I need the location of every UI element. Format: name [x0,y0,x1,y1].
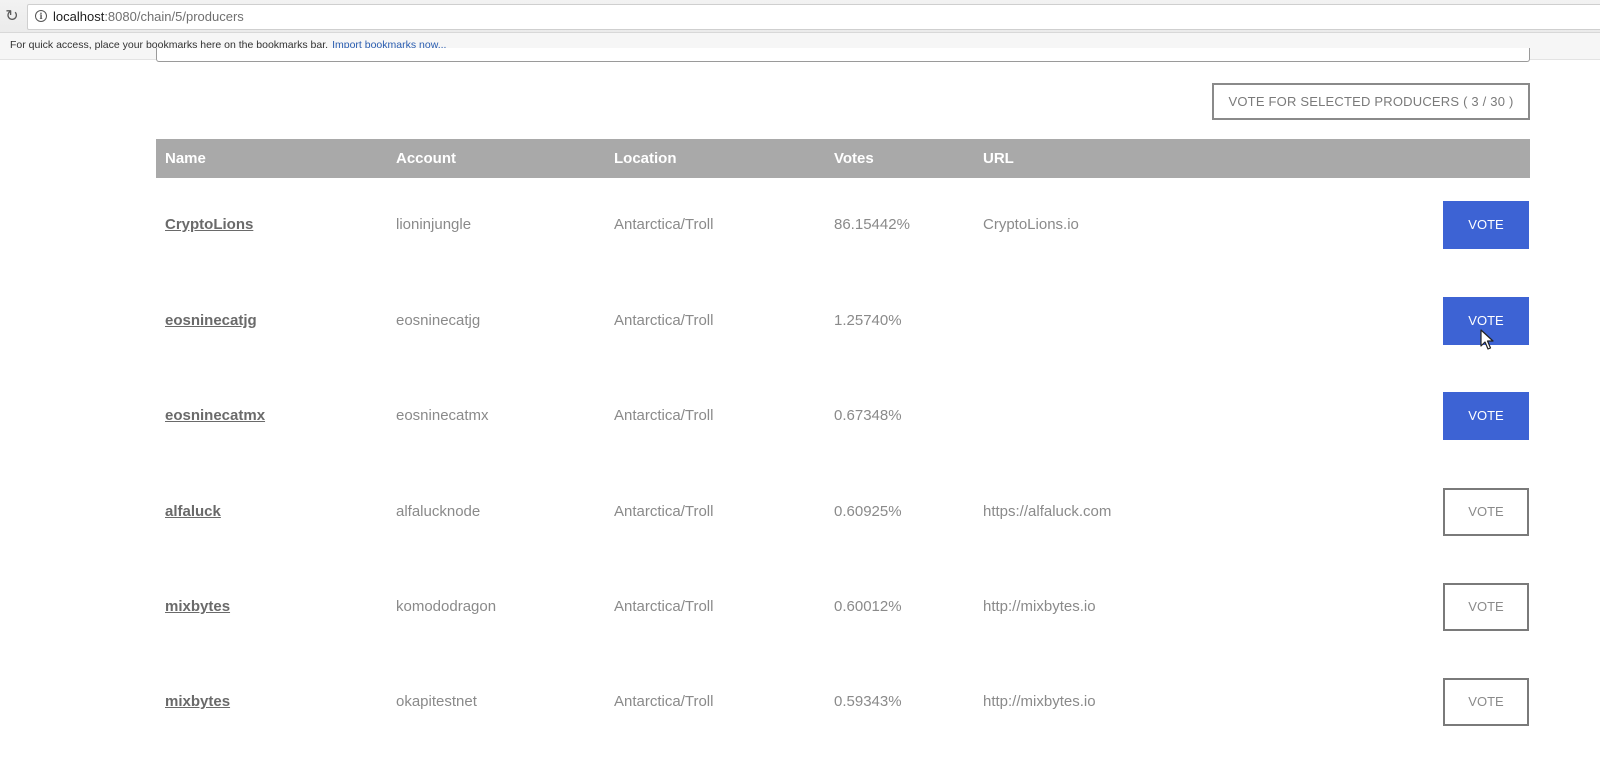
url-cell: http://mixbytes.io [983,693,1096,710]
vote-button[interactable]: VOTE [1443,678,1529,726]
panel-bottom-edge [156,48,1530,62]
table-row: mixbytes okapitestnet Antarctica/Troll 0… [156,678,1530,773]
votes-cell: 0.67348% [834,407,902,424]
account-cell: alfalucknode [396,503,481,520]
table-row: eosninecatmx eosninecatmx Antarctica/Tro… [156,392,1530,487]
url-input[interactable]: i localhost:8080/chain/5/producers [27,4,1600,30]
votes-cell: 0.60012% [834,598,902,615]
location-cell: Antarctica/Troll [614,312,714,329]
location-cell: Antarctica/Troll [614,693,714,710]
url-cell: http://mixbytes.io [983,598,1096,615]
producer-name-link[interactable]: eosninecatjg [165,297,257,345]
location-cell: Antarctica/Troll [614,407,714,424]
url-text: localhost:8080/chain/5/producers [53,9,244,24]
vote-selected-producers-button[interactable]: VOTE FOR SELECTED PRODUCERS ( 3 / 30 ) [1212,83,1530,120]
account-cell: okapitestnet [396,693,477,710]
table-row: eosninecatjg eosninecatjg Antarctica/Tro… [156,297,1530,392]
browser-address-bar: ↻ i localhost:8080/chain/5/producers [0,0,1600,33]
vote-button[interactable]: VOTE [1443,201,1529,249]
header-account: Account [396,150,456,167]
vote-button[interactable]: VOTE [1443,392,1529,440]
account-cell: komododragon [396,598,497,615]
header-url: URL [983,150,1014,167]
producer-name-link[interactable]: mixbytes [165,678,230,726]
location-cell: Antarctica/Troll [614,598,714,615]
header-name: Name [165,150,206,167]
info-icon[interactable]: i [35,10,47,22]
account-cell: eosninecatmx [396,407,489,424]
account-cell: lioninjungle [396,216,472,233]
vote-button[interactable]: VOTE [1443,583,1529,631]
header-votes: Votes [834,150,874,167]
mouse-cursor-icon [1480,329,1494,350]
header-location: Location [614,150,677,167]
votes-cell: 0.59343% [834,693,902,710]
location-cell: Antarctica/Troll [614,503,714,520]
location-cell: Antarctica/Troll [614,216,714,233]
table-row: alfaluck alfalucknode Antarctica/Troll 0… [156,488,1530,583]
url-path: :8080/chain/5/producers [104,9,244,24]
url-cell: CryptoLions.io [983,216,1079,233]
votes-cell: 86.15442% [834,216,910,233]
url-cell: https://alfaluck.com [983,503,1112,520]
table-row: mixbytes komododragon Antarctica/Troll 0… [156,583,1530,678]
producer-name-link[interactable]: eosninecatmx [165,392,265,440]
votes-cell: 0.60925% [834,503,902,520]
producer-name-link[interactable]: CryptoLions [165,201,253,249]
reload-icon[interactable]: ↻ [3,7,21,25]
table-header: Name Account Location Votes URL [156,139,1530,178]
table-row: CryptoLions lioninjungle Antarctica/Trol… [156,201,1530,296]
producer-name-link[interactable]: mixbytes [165,583,230,631]
producer-name-link[interactable]: alfaluck [165,488,221,536]
url-host: localhost [53,9,105,24]
account-cell: eosninecatjg [396,312,481,329]
votes-cell: 1.25740% [834,312,902,329]
vote-button[interactable]: VOTE [1443,488,1529,536]
